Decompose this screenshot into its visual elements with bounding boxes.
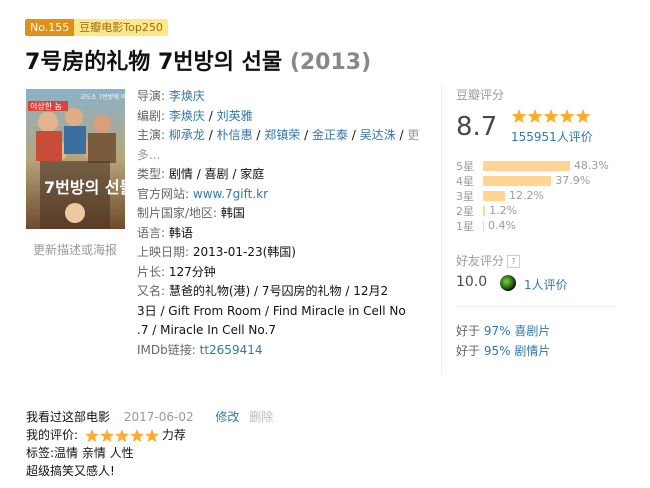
- rating-score: 8.7: [456, 112, 498, 142]
- rating-bar: [483, 175, 552, 186]
- badge-number: No.155: [25, 19, 75, 36]
- info-site: 官方网站: www.7gift.kr: [137, 186, 269, 201]
- cast-link[interactable]: 朴信惠: [217, 128, 253, 142]
- my-rating-word: 力荐: [161, 428, 186, 442]
- rating-panel: 豆瓣评分 8.7 155951人评价 5星 48.3% 4星 37.9% 3星 …: [456, 86, 616, 358]
- info-aka-cont: 3日 / Gift From Room / Find Miracle in Ce…: [137, 303, 406, 318]
- edit-link[interactable]: 修改: [215, 410, 239, 424]
- info-language: 语言: 韩语: [137, 225, 193, 240]
- rating-bar-row[interactable]: 2星 1.2%: [456, 203, 616, 218]
- page-title: 7号房的礼物 7번방의 선물 (2013): [25, 44, 371, 76]
- friend-rating-title: 好友评分?: [456, 252, 521, 269]
- divider: [456, 306, 616, 307]
- rating-bar-row[interactable]: 3星 12.2%: [456, 188, 616, 203]
- info-genre: 类型: 剧情 / 喜剧 / 家庭: [137, 167, 265, 181]
- friend-count-link[interactable]: 1人评价: [524, 276, 568, 293]
- poster-top-text: 이상한 놈: [30, 101, 62, 111]
- writer-link[interactable]: 刘英雅: [217, 109, 253, 123]
- poster-sub-text: 교도소 7번방에 아들이 왔다!: [80, 93, 125, 101]
- writer-link[interactable]: 李焕庆: [169, 109, 205, 123]
- info-country: 制片国家/地区: 韩国: [137, 206, 245, 220]
- poster-image: 이상한 놈 교도소 7번방에 아들이 왔다! 7번방의 선물: [26, 89, 125, 229]
- better-pct-link[interactable]: 95%: [484, 344, 511, 358]
- rating-votes-link[interactable]: 155951人评价: [511, 128, 593, 145]
- info-release: 上映日期: 2013-01-23(韩国): [137, 245, 296, 259]
- title-main: 7号房的礼物 7번방의 선물: [25, 50, 283, 75]
- director-link[interactable]: 李焕庆: [169, 89, 205, 103]
- rating-bar-row[interactable]: 5星 48.3%: [456, 158, 616, 173]
- rating-bar: [483, 220, 484, 231]
- better-than-1: 好于 97% 喜剧片: [456, 324, 551, 338]
- info-writers: 编剧: 李焕庆 / 刘英雅: [137, 108, 253, 123]
- info-imdb: IMDb链接: tt2659414: [137, 342, 263, 357]
- rating-bar: [483, 205, 486, 216]
- cast-link[interactable]: 吴达洙: [360, 128, 396, 142]
- tags: 标签:温情 亲情 人性: [26, 446, 134, 460]
- info-aka-cont: .7 / Miracle In Cell No.7: [137, 323, 276, 337]
- update-poster-link[interactable]: 更新描述或海报: [33, 241, 117, 258]
- title-year: (2013): [289, 50, 372, 75]
- my-rating-label: 我的评价:: [26, 428, 79, 442]
- help-icon[interactable]: ?: [507, 255, 521, 268]
- seen-label: 我看过这部电影: [26, 410, 111, 424]
- friend-score: 10.0: [456, 274, 488, 290]
- imdb-link[interactable]: tt2659414: [200, 343, 263, 357]
- official-site-link[interactable]: www.7gift.kr: [193, 187, 268, 201]
- better-genre-link[interactable]: 喜剧片: [514, 324, 550, 338]
- rating-bar-row[interactable]: 4星 37.9%: [456, 173, 616, 188]
- seen-date: 2017-06-02: [123, 410, 194, 424]
- top250-badge[interactable]: No.155 豆瓣电影Top250: [25, 19, 168, 36]
- cast-link[interactable]: 郑镇荣: [264, 128, 300, 142]
- user-interest: 我看过这部电影 2017-06-02 修改 删除 我的评价: 力荐 标签:温情 …: [26, 408, 273, 480]
- better-genre-link[interactable]: 剧情片: [514, 344, 550, 358]
- my-comment: 超级搞笑又感人!: [26, 464, 115, 478]
- rating-bar-row[interactable]: 1星 0.4%: [456, 218, 616, 233]
- better-than-2: 好于 95% 剧情片: [456, 344, 551, 358]
- rating-stars: [511, 108, 591, 128]
- info-cast: 主演: 柳承龙 / 朴信惠 / 郑镇荣 / 金正泰 / 吴达洙 / 更多...: [137, 128, 420, 162]
- friend-avatar[interactable]: [500, 275, 516, 291]
- info-director: 导演: 李焕庆: [137, 89, 205, 103]
- rating-title: 豆瓣评分: [456, 88, 505, 102]
- star-rating-icon: [511, 109, 591, 123]
- info-runtime: 片长: 127分钟: [137, 264, 216, 279]
- better-pct-link[interactable]: 97%: [484, 324, 511, 338]
- divider: [441, 84, 442, 374]
- cast-link[interactable]: 柳承龙: [169, 128, 205, 142]
- info-aka: 又名: 慧爸的礼物(港) / 7号囚房的礼物 / 12月2: [137, 284, 389, 298]
- my-star-rating-icon[interactable]: [82, 428, 162, 443]
- poster-title-text: 7번방의 선물: [44, 178, 125, 197]
- rating-bar: [483, 160, 570, 171]
- my-rating-row: 我的评价: 力荐: [26, 426, 273, 444]
- movie-poster[interactable]: 이상한 놈 교도소 7번방에 아들이 왔다! 7번방의 선물: [26, 89, 125, 229]
- cast-link[interactable]: 金正泰: [312, 128, 348, 142]
- badge-label: 豆瓣电影Top250: [74, 19, 168, 36]
- movie-info: 导演: 李焕庆 编剧: 李焕庆 / 刘英雅 主演: 柳承龙 / 朴信惠 / 郑镇…: [137, 87, 432, 360]
- rating-distribution: 5星 48.3% 4星 37.9% 3星 12.2% 2星 1.2% 1星 0.…: [456, 158, 616, 233]
- seen-row: 我看过这部电影 2017-06-02 修改 删除: [26, 408, 273, 426]
- rating-bar: [483, 190, 505, 201]
- delete-link[interactable]: 删除: [249, 410, 273, 424]
